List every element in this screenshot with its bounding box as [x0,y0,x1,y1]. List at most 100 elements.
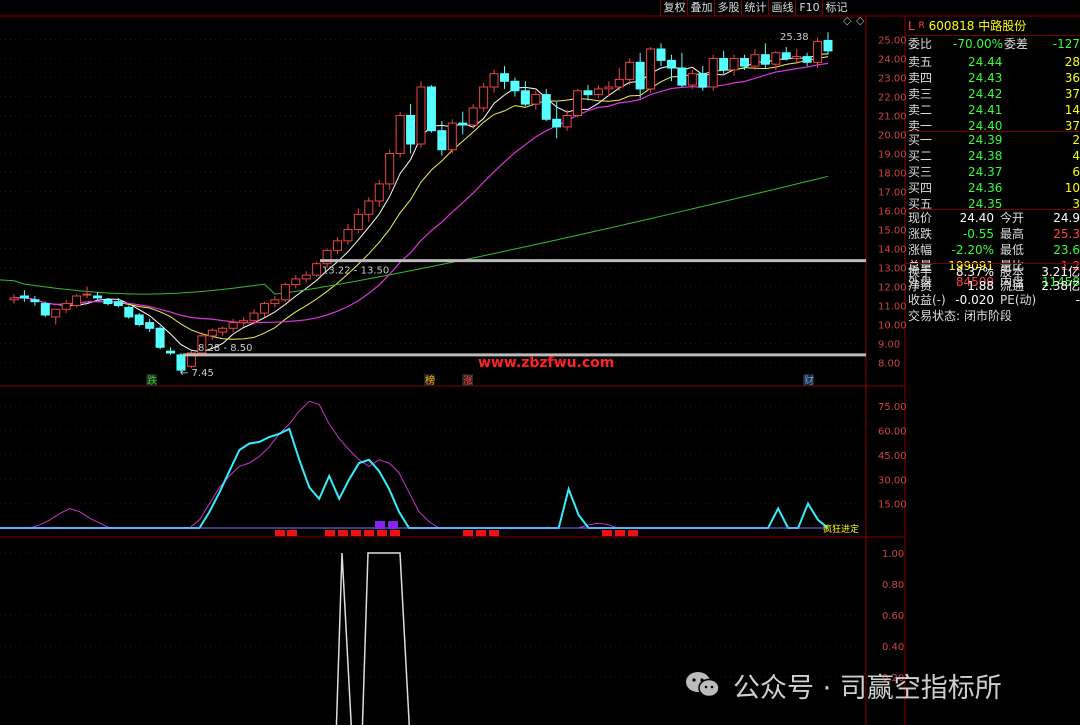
stat-value: -2.20% [951,243,994,257]
candle-body [61,303,71,310]
bid-row: 买四 24.36 10 [908,180,1080,196]
toolbar-overlay-button[interactable]: 叠加 [687,0,715,16]
signal-box [364,530,374,536]
candle-body [416,86,426,145]
candle-body [40,303,50,316]
candle-body [353,213,363,231]
candle-body [406,115,416,145]
candle-body [364,200,374,215]
stat2-row: 收益(-) -0.020 PE(动) - [908,292,1080,308]
candle-body [51,308,61,318]
candle-body [301,274,311,280]
signal-box [325,530,335,536]
candle-body [760,54,770,65]
candle-body [750,54,760,67]
ind-tick-label: 15.00 [878,500,907,511]
bid-label: 买四 [908,181,933,195]
candle-body [666,59,676,69]
signal-box [275,530,285,536]
event-marker: 跌 [147,374,157,387]
candle-body [228,322,238,329]
stat-row: 涨跌 -0.55 最高 25.3 [908,226,1080,242]
stock-name: 中路股份 [978,19,1027,33]
stat2-value: -0.020 [955,293,994,307]
stat-value: 24.40 [959,211,994,225]
candle-body [113,301,123,307]
bid-price: 24.39 [968,133,1003,147]
bid-price: 24.37 [968,165,1003,179]
event-marker: 涨 [463,375,473,387]
signal-box [351,530,361,536]
webi-value: -70.00% [953,37,1004,51]
stat2-value-2: - [1075,293,1080,307]
candle-body [437,130,447,151]
bid-vol: 2 [1072,133,1080,147]
toolbar-mark-button[interactable]: 标记 [822,0,850,16]
signal-box [338,530,348,536]
candle-body [166,350,176,354]
stat-value: -0.55 [962,227,994,241]
candle-body [781,52,791,59]
flag-l: L [908,19,915,33]
candle-body [458,122,468,126]
signal-line [335,552,410,725]
toolbar-f10-button[interactable]: F10 [795,0,823,16]
high-label: 25.38 [780,32,809,43]
signal-box [463,530,473,536]
zone2-label: 8.28 - 8.50 [198,343,253,354]
bid-vol: 4 [1072,149,1080,163]
wechat-icon [686,672,720,698]
candle-body [385,153,395,185]
price-tick-label: 10.00 [878,321,907,332]
stat-value-2: 24.9 [1053,211,1080,225]
price-tick-label: 8.00 [878,359,900,370]
ask-vol: 37 [1064,87,1080,101]
candle-body [823,39,833,52]
candle-body [708,58,718,88]
wecha-label: 委差 [1004,37,1029,51]
ask-vol: 14 [1064,103,1080,117]
ask-label: 卖四 [908,71,933,85]
candle-body [72,295,82,306]
price-tick-label: 12.00 [878,283,907,294]
stat-label: 涨跌 [908,227,933,241]
stat-label: 涨幅 [908,243,933,257]
signal-box [489,530,499,536]
webi-label: 委比 [908,37,933,51]
stat-row: 现价 24.40 今开 24.9 [908,210,1080,226]
candle-body [343,229,353,242]
candle-body [426,86,436,132]
candle-body [218,327,228,333]
candle-body [103,299,113,305]
candle-body [207,329,217,337]
status-row: 交易状态: 闭市阶段 [908,308,1080,324]
ind2-tick-label: 0.40 [882,642,904,653]
candle-body [92,295,102,299]
event-marker: 榜 [425,374,435,387]
ind-tick-label: 60.00 [878,427,907,438]
candle-body [291,278,301,286]
bid-row: 买一 24.39 2 [908,132,1080,148]
candle-body [541,94,551,120]
signal-box [390,530,400,536]
bid-row: 买三 24.37 6 [908,164,1080,180]
candle-body [593,88,603,96]
candle-body [9,297,19,301]
wecha-value: -127 [1052,37,1080,51]
toolbar-fuquan-button[interactable]: 复权 [660,0,688,16]
ind2-tick-label: 1.00 [882,549,904,560]
ask-price: 24.42 [968,87,1003,101]
candle-body [312,263,322,276]
ind2-tick-label: 0.80 [882,580,904,591]
toolbar-stats-button[interactable]: 统计 [741,0,769,16]
toolbar-multi-button[interactable]: 多股 [714,0,742,16]
candle-body [468,107,478,126]
candle-body [499,73,509,82]
signal-box [476,530,486,536]
bid-label: 买二 [908,149,933,163]
toolbar-draw-button[interactable]: 画线 [768,0,796,16]
ask-label: 卖二 [908,103,933,117]
ask-price: 24.44 [968,55,1003,69]
candle-body [614,78,624,88]
ask-price: 24.43 [968,71,1003,85]
